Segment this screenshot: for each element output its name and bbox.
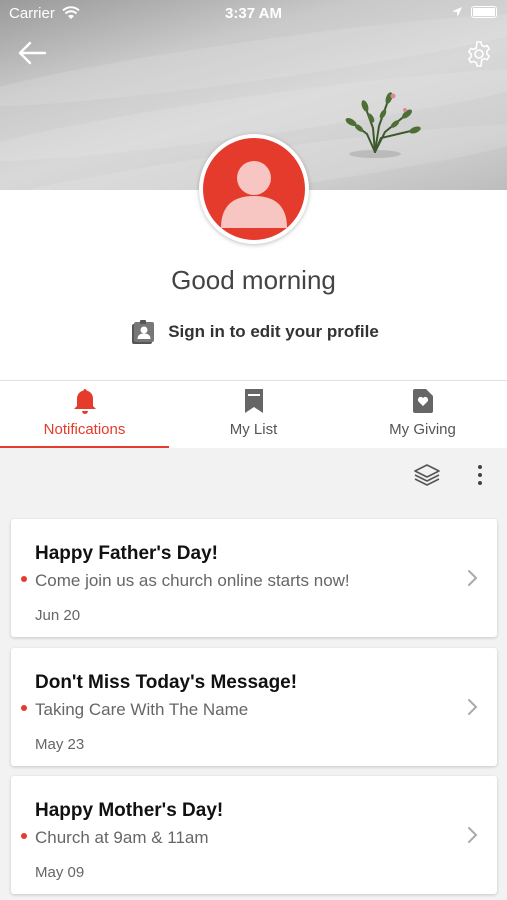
- notification-date: Jun 20: [35, 607, 81, 624]
- gear-icon[interactable]: [465, 40, 493, 68]
- notification-subtitle: Taking Care With The Name: [35, 700, 249, 719]
- notification-title: Happy Father's Day!: [35, 543, 218, 564]
- notification-card[interactable]: Don't Miss Today's Message! Taking Care …: [11, 648, 497, 766]
- bell-icon: [73, 389, 96, 414]
- notification-title: Don't Miss Today's Message!: [35, 672, 298, 693]
- status-time: 3:37 AM: [225, 5, 282, 22]
- unread-dot: [21, 576, 27, 582]
- tab-bar: Notifications My List My Giving: [0, 380, 507, 448]
- chevron-right-icon: [468, 570, 478, 586]
- user-silhouette-icon: [221, 161, 287, 228]
- bookmark-icon: [244, 389, 263, 413]
- avatar[interactable]: [199, 134, 309, 244]
- unread-dot: [21, 833, 27, 839]
- tab-label: Notifications: [43, 421, 126, 438]
- location-icon: [452, 7, 462, 17]
- sign-in-label: Sign in to edit your profile: [168, 322, 379, 341]
- back-arrow-icon[interactable]: [16, 40, 48, 66]
- notification-date: May 23: [35, 736, 85, 753]
- more-options-icon[interactable]: [472, 462, 488, 488]
- tab-notifications[interactable]: Notifications: [0, 381, 169, 448]
- notification-title: Happy Mother's Day!: [35, 800, 224, 821]
- notification-card[interactable]: Happy Mother's Day! Church at 9am & 11am…: [11, 776, 497, 894]
- unread-dot: [21, 705, 27, 711]
- giving-icon: [412, 389, 433, 413]
- notification-subtitle: Church at 9am & 11am: [35, 828, 209, 847]
- profile-card-icon: [132, 320, 155, 344]
- layers-icon[interactable]: [413, 462, 441, 488]
- tab-my-giving[interactable]: My Giving: [338, 381, 507, 448]
- tab-my-list[interactable]: My List: [169, 381, 338, 448]
- greeting-text: Good morning: [171, 265, 336, 295]
- chevron-right-icon: [468, 827, 478, 843]
- status-bar: Carrier 3:37 AM: [0, 0, 507, 28]
- battery-icon: [471, 6, 497, 18]
- notification-subtitle: Come join us as church online starts now…: [35, 571, 350, 590]
- tab-label: My List: [229, 421, 278, 438]
- notification-card[interactable]: Happy Father's Day! Come join us as chur…: [11, 519, 497, 637]
- plant-image: [345, 92, 421, 158]
- tab-label: My Giving: [389, 421, 456, 438]
- notification-date: May 09: [35, 864, 85, 881]
- sign-in-link[interactable]: Sign in to edit your profile: [0, 318, 507, 346]
- chevron-right-icon: [468, 699, 478, 715]
